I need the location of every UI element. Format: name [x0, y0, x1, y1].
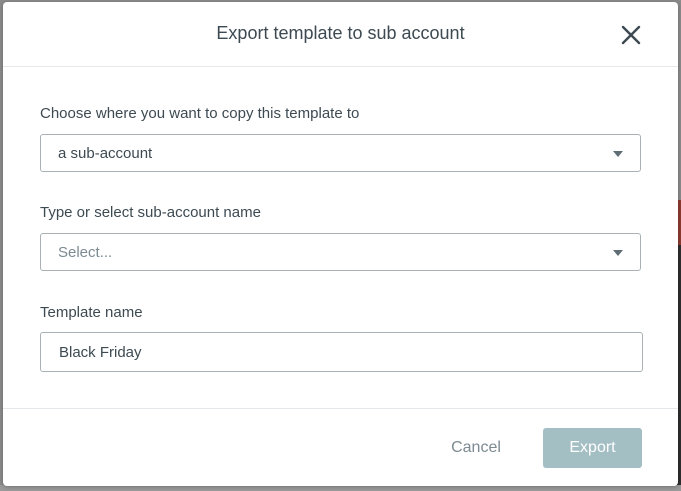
subaccount-placeholder: Select...	[58, 244, 113, 261]
destination-select[interactable]: a sub-account	[40, 134, 641, 172]
dialog-header: Export template to sub account	[3, 2, 678, 67]
dialog-footer: Cancel Export	[3, 408, 678, 487]
subaccount-label: Type or select sub-account name	[40, 204, 261, 221]
chevron-down-icon	[613, 250, 623, 256]
export-template-dialog: Export template to sub account Choose wh…	[3, 2, 678, 486]
cancel-button[interactable]: Cancel	[433, 439, 519, 459]
destination-selected-value: a sub-account	[58, 145, 153, 162]
export-button[interactable]: Export	[543, 428, 642, 468]
dialog-title: Export template to sub account	[216, 23, 465, 43]
destination-label: Choose where you want to copy this templ…	[40, 105, 360, 122]
template-name-input[interactable]	[40, 332, 643, 372]
close-icon	[621, 25, 641, 45]
subaccount-select[interactable]: Select...	[40, 233, 641, 271]
chevron-down-icon	[613, 151, 623, 157]
close-button[interactable]	[617, 21, 645, 49]
template-name-label: Template name	[40, 304, 143, 321]
